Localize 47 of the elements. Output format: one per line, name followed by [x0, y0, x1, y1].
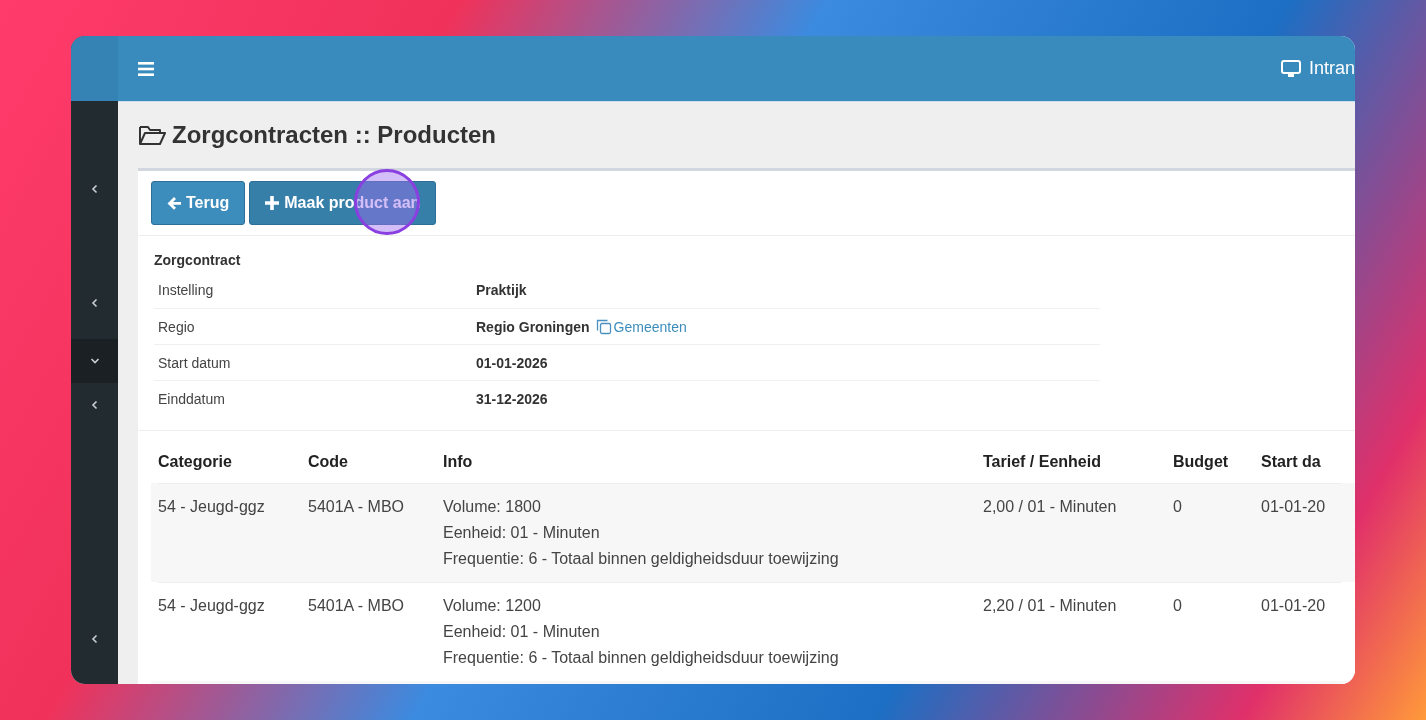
- table-cell-text: Eenheid: 01 - Minuten: [443, 622, 601, 642]
- column-header: Info: [443, 453, 474, 471]
- table-cell: 01-01-20: [1261, 597, 1326, 614]
- back-button[interactable]: Terug: [151, 181, 246, 225]
- table-cell: 5401A - MBO: [308, 498, 405, 515]
- column-header: Categorie: [158, 453, 233, 471]
- chevron-left-icon: [89, 184, 100, 194]
- plus-icon: [265, 196, 280, 210]
- field-label: Instelling: [158, 282, 215, 298]
- table-cell: 01-01-20: [1261, 498, 1326, 515]
- table-cell-text: Volume: 1800: [443, 497, 542, 517]
- table-cell: 2,00 / 01 - Minuten: [983, 498, 1117, 515]
- column-header: Tarief / Eenheid: [983, 453, 1102, 471]
- field-value: 01-01-2026: [476, 354, 548, 371]
- app-name[interactable]: Intran: [1308, 58, 1355, 79]
- field-label: Start datum: [158, 354, 232, 371]
- table-cell: 54 - Jeugd-ggz: [158, 597, 265, 614]
- monitor-icon: [1280, 59, 1301, 78]
- arrow-left-icon: [167, 196, 181, 210]
- column-header: Start da: [1261, 453, 1322, 471]
- field-value: 31-12-2026: [476, 390, 548, 407]
- chevron-left-icon: [89, 400, 100, 410]
- section-heading: Zorgcontract: [154, 251, 242, 270]
- field-value: Regio Groningen: [476, 318, 590, 335]
- chevron-left-icon: [89, 634, 100, 644]
- menu-icon[interactable]: [138, 61, 154, 76]
- table-cell: 54 - Jeugd-ggz: [158, 498, 265, 515]
- field-label: Regio: [158, 318, 196, 335]
- folder-icon: [138, 124, 166, 146]
- table-cell-text: Frequentie: 6 - Totaal binnen geldigheidsduur toewijzing: [443, 549, 840, 569]
- table-cell-text: Frequentie: 6 - Totaal binnen geldigheidsduur toewijzing: [443, 648, 840, 668]
- table-cell-text: Eenheid: 01 - Minuten: [443, 523, 601, 543]
- chevron-left-icon: [89, 298, 100, 308]
- page-title: Zorgcontracten :: Producten: [172, 121, 496, 149]
- column-header: Budget: [1173, 453, 1230, 471]
- link[interactable]: Gemeenten: [595, 318, 687, 335]
- table-cell: 0: [1173, 597, 1182, 614]
- sidebar-toggle[interactable]: [71, 339, 118, 383]
- table-cell: 2,20 / 01 - Minuten: [983, 597, 1117, 614]
- column-header: Code: [308, 453, 349, 471]
- field-value: Praktijk: [476, 282, 527, 298]
- field-label: Einddatum: [158, 390, 226, 407]
- table-cell: 5401A - MBO: [308, 597, 405, 614]
- chevron-down-icon: [89, 356, 100, 366]
- table-cell-text: Volume: 1200: [443, 596, 542, 616]
- copy-icon: [595, 318, 612, 335]
- table-cell: 0: [1173, 498, 1182, 515]
